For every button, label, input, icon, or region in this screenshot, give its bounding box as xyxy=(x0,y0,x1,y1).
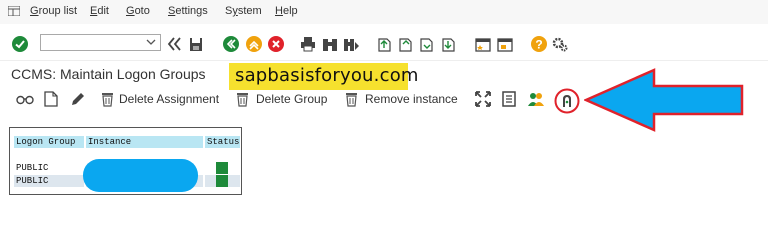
menu-hotkey-letter: G xyxy=(30,5,39,17)
table-row-group[interactable]: PUBLIC xyxy=(14,162,84,174)
command-field[interactable] xyxy=(40,34,161,51)
back-icon[interactable] xyxy=(223,36,239,52)
enter-check-icon[interactable] xyxy=(12,36,28,52)
menu-hotkey-letter: S xyxy=(168,5,176,17)
first-page-icon[interactable] xyxy=(376,36,392,52)
menu-system[interactable]: System xyxy=(225,5,262,17)
menu-hotkey-letter: H xyxy=(275,5,283,17)
remove-instance-button[interactable]: Remove instance xyxy=(365,92,458,106)
menu-edit[interactable]: Edit xyxy=(90,5,109,17)
print-icon[interactable] xyxy=(300,36,316,52)
next-page-icon[interactable] xyxy=(418,36,434,52)
table-row-group[interactable]: PUBLIC xyxy=(14,175,84,187)
help-icon[interactable]: ? xyxy=(531,36,547,52)
annotation-arrow-left xyxy=(584,68,744,132)
menu-group-list[interactable]: Group list xyxy=(30,5,77,17)
status-green-icon xyxy=(216,175,228,187)
menu-hotkey-letter: y xyxy=(232,5,238,17)
users-icon[interactable] xyxy=(528,91,544,107)
display-change-icon[interactable] xyxy=(16,93,34,105)
find-icon[interactable] xyxy=(322,36,338,52)
expand-arrows-icon[interactable] xyxy=(475,91,491,107)
exit-icon[interactable] xyxy=(246,36,262,52)
column-header-status: Status xyxy=(205,136,240,148)
command-input[interactable] xyxy=(41,35,145,50)
load-distribution-icon[interactable] xyxy=(560,93,574,109)
previous-page-icon[interactable] xyxy=(397,36,413,52)
system-menu-icon[interactable] xyxy=(8,6,20,16)
gear-icon[interactable] xyxy=(552,36,568,52)
trash-icon[interactable] xyxy=(101,91,114,107)
menu-help[interactable]: Help xyxy=(275,5,298,17)
delete-assignment-button[interactable]: Delete Assignment xyxy=(119,92,219,106)
page-title: CCMS: Maintain Logon Groups xyxy=(11,66,206,82)
application-toolbar: Delete Assignment Delete Group Remove in… xyxy=(0,68,768,132)
trash-icon[interactable] xyxy=(236,91,249,107)
find-next-icon[interactable] xyxy=(343,36,359,52)
status-green-icon xyxy=(216,162,228,174)
last-page-icon[interactable] xyxy=(440,36,456,52)
menu-bar: Group list Edit Goto Settings System Hel… xyxy=(0,0,768,24)
menu-goto[interactable]: Goto xyxy=(126,5,150,17)
document-list-icon[interactable] xyxy=(502,91,516,107)
column-header-instance: Instance xyxy=(86,136,203,148)
menu-hotkey-letter: E xyxy=(90,5,98,17)
save-icon[interactable] xyxy=(189,36,203,52)
standard-toolbar: ? xyxy=(0,27,768,61)
cancel-icon[interactable] xyxy=(268,36,284,52)
svg-text:?: ? xyxy=(535,38,542,52)
watermark-banner: sapbasisforyou.com xyxy=(229,63,418,90)
create-icon[interactable] xyxy=(44,91,58,107)
pencil-icon[interactable] xyxy=(70,91,86,107)
column-header-logon-group: Logon Group xyxy=(14,136,84,148)
trash-icon[interactable] xyxy=(345,91,358,107)
redaction-mark xyxy=(83,159,198,192)
delete-group-button[interactable]: Delete Group xyxy=(256,92,327,106)
menu-hotkey-letter: G xyxy=(126,5,135,17)
generate-shortcut-icon[interactable] xyxy=(497,36,513,52)
new-session-icon[interactable] xyxy=(475,36,491,52)
chevron-down-icon[interactable] xyxy=(145,36,157,48)
double-chevron-left-icon[interactable] xyxy=(167,36,181,52)
menu-settings[interactable]: Settings xyxy=(168,5,208,17)
